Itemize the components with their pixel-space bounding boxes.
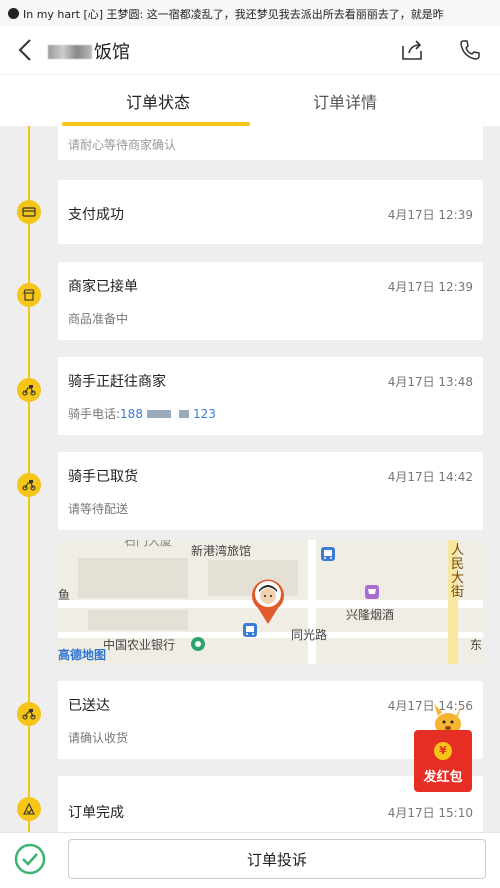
rider-location-marker: [252, 579, 284, 624]
share-icon[interactable]: [400, 38, 424, 62]
bank-icon: [191, 637, 205, 651]
status-time: 4月17日 12:39: [387, 208, 473, 222]
status-label: 商家已接单: [68, 279, 138, 295]
phone-end: 123: [192, 407, 216, 421]
phone-blur: [146, 410, 171, 418]
red-packet-label: 发红包: [423, 770, 463, 785]
status-label: 骑手正赶往商家: [68, 374, 166, 390]
partial-text: 请耐心等待商家确认: [68, 138, 177, 152]
map-label-shop: 兴隆烟酒: [346, 608, 395, 622]
scooter-icon: [17, 702, 41, 726]
back-icon[interactable]: [14, 36, 38, 64]
bottom-bar: 订单投诉: [0, 832, 500, 888]
tab-order-details[interactable]: 订单详情: [313, 89, 377, 113]
status-time: 4月17日 13:48: [387, 375, 473, 389]
scooter-icon: [17, 378, 41, 402]
status-sub: 商品准备中: [68, 312, 129, 326]
status-label: 订单完成: [68, 805, 124, 821]
card-icon: [17, 200, 41, 224]
status-sub: 请确认收货: [68, 731, 129, 745]
status-time: 4月17日 15:10: [387, 806, 473, 820]
complete-icon: [17, 797, 41, 821]
rider-phone-label: 骑手电话:: [68, 407, 121, 421]
coin-icon: ¥: [434, 742, 452, 760]
chat-icon: [8, 8, 19, 19]
timeline-card-accepted: 商家已接单 4月17日 12:39 商品准备中: [58, 262, 483, 340]
phone-icon[interactable]: [458, 38, 482, 62]
shop-icon: [17, 283, 41, 307]
timeline-card-picked-up: 骑手已取货 4月17日 14:42 请等待配送: [58, 452, 483, 530]
map-label-hotel: 新港湾旅馆: [191, 544, 252, 558]
status-label: 骑手已取货: [68, 469, 138, 485]
page-title: 饭馆: [48, 38, 130, 64]
notification-text: In my hart [心] 王梦圆: 这一宿都凌乱了，我还梦见我去派出所去看丽…: [23, 8, 444, 21]
phone-start: 188: [120, 407, 143, 421]
map-label-bank: 中国农业银行: [103, 638, 176, 652]
status-sub: 请等待配送: [68, 502, 129, 516]
scooter-icon: [17, 473, 41, 497]
map-label-edge: 东: [470, 638, 483, 652]
map-label-road: 同光路: [291, 628, 328, 642]
rider-phone[interactable]: 骑手电话:188 123: [68, 405, 216, 422]
map-label-top: 石门大厦: [124, 540, 173, 548]
status-time: 4月17日 14:42: [387, 470, 473, 484]
delivery-map[interactable]: 石门大厦 新港湾旅馆 兴隆烟酒 中国农业银行 同光路 人民大街 鱼 高德地图 东: [58, 540, 483, 664]
phone-blur: [178, 410, 189, 418]
timeline-card-rider-heading: 骑手正赶往商家 4月17日 13:48 骑手电话:188 123: [58, 357, 483, 435]
red-packet-button[interactable]: ¥ 发红包: [414, 702, 472, 794]
map-label-fish: 鱼: [58, 588, 71, 602]
map-block: [78, 558, 188, 598]
map-brand: 高德地图: [58, 648, 107, 662]
map-label-street: 人民大街: [451, 543, 465, 600]
header: 饭馆: [0, 26, 500, 74]
map-road: [308, 540, 316, 664]
order-complaint-button[interactable]: 订单投诉: [68, 839, 486, 879]
map-block: [88, 610, 188, 630]
timeline-card-partial: 请耐心等待商家确认: [58, 126, 483, 160]
status-label: 支付成功: [68, 207, 124, 223]
bus-stop-icon: [321, 547, 335, 561]
status-label: 已送达: [68, 698, 110, 714]
title-text: 饭馆: [94, 42, 130, 63]
shopping-cart-icon: [365, 585, 379, 599]
notification-bar: In my hart [心] 王梦圆: 这一宿都凌乱了，我还梦见我去派出所去看丽…: [0, 0, 500, 26]
tab-order-status[interactable]: 订单状态: [126, 89, 190, 113]
status-time: 4月17日 12:39: [387, 280, 473, 294]
tab-bar: 订单状态 订单详情: [0, 74, 500, 126]
check-circle-icon[interactable]: [14, 843, 46, 875]
timeline-card-paid: 支付成功 4月17日 12:39: [58, 180, 483, 244]
blurred-name: [48, 45, 92, 59]
